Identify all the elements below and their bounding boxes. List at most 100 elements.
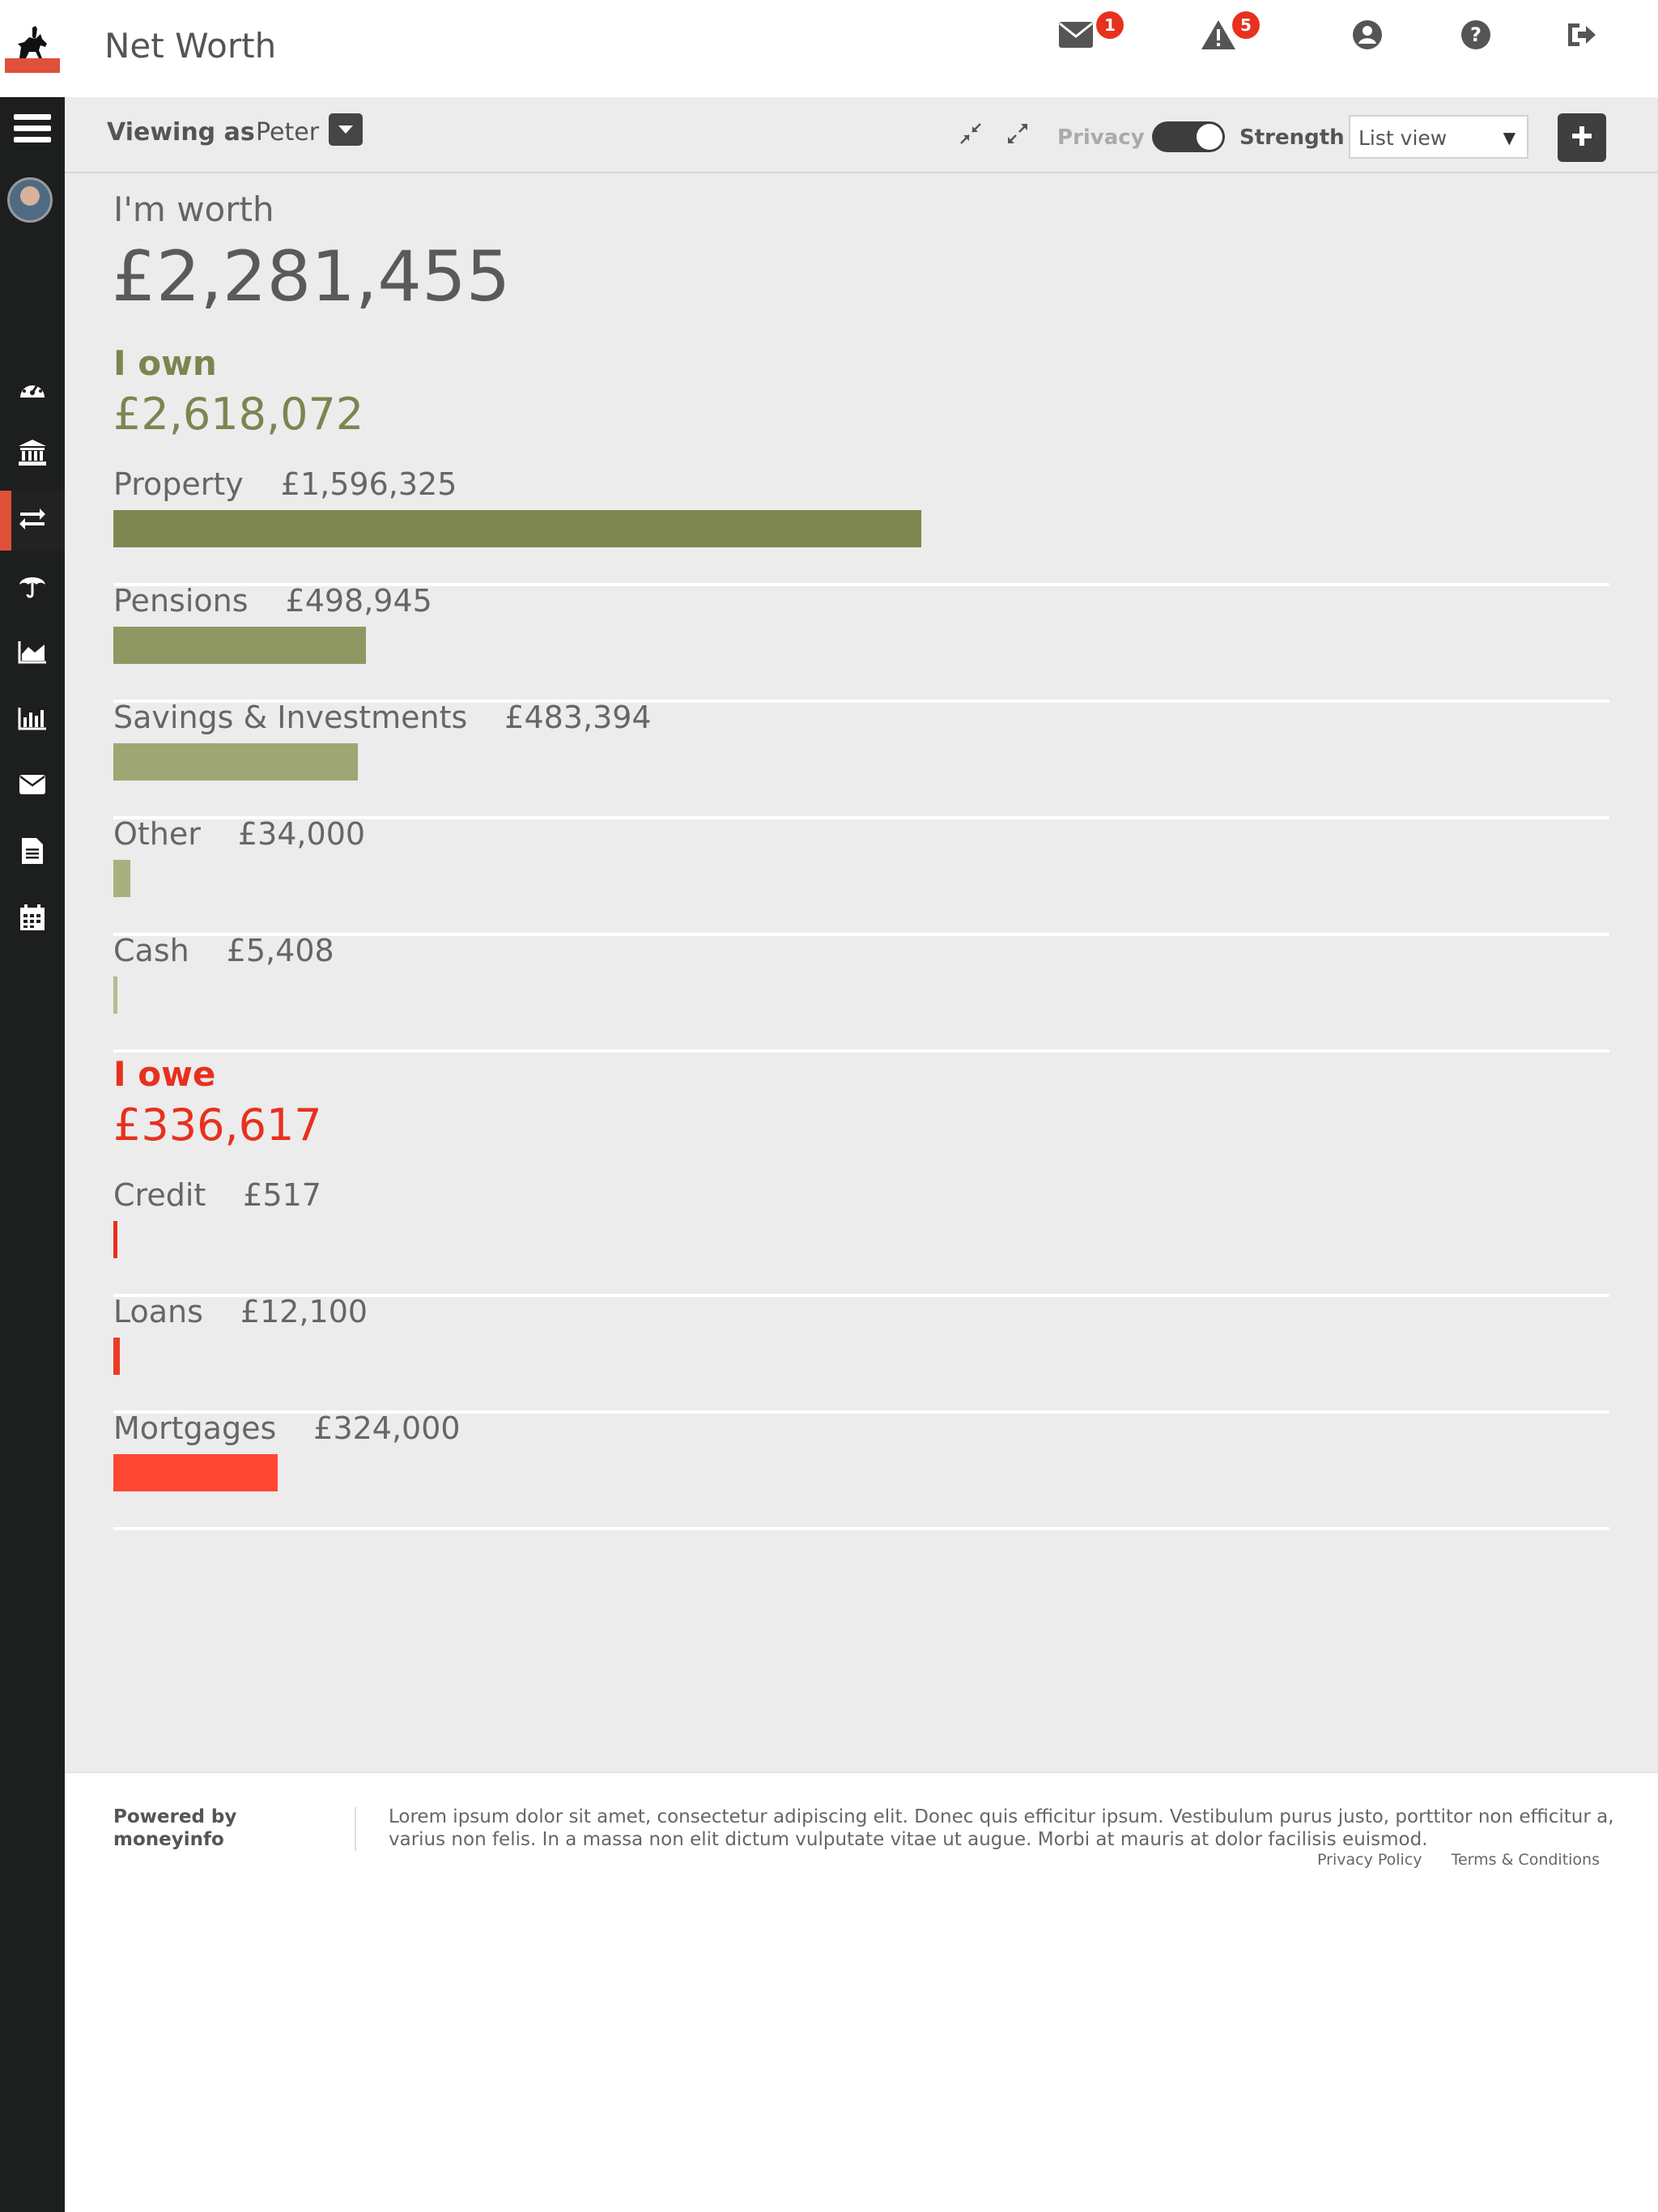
category-bar: [113, 1221, 117, 1258]
compress-icon: [960, 123, 981, 147]
viewer-dropdown-button[interactable]: [329, 113, 363, 146]
logo-horse-rider-icon[interactable]: [5, 23, 60, 74]
powered-by: Powered by moneyinfo: [113, 1806, 237, 1850]
top-header: Net Worth 1 5 ?: [0, 0, 1658, 97]
expand-button[interactable]: [1004, 121, 1031, 149]
category-name: Savings & Investments: [113, 700, 468, 735]
category-amount: £34,000: [237, 816, 366, 852]
footer-text: Lorem ipsum dolor sit amet, consectetur …: [389, 1806, 1614, 1850]
category-row[interactable]: Other £34,000: [113, 816, 1609, 936]
category-row[interactable]: Cash £5,408: [113, 933, 1609, 1053]
add-button[interactable]: [1558, 113, 1606, 162]
footer-links: Privacy Policy Terms & Conditions: [1293, 1851, 1600, 1869]
alerts-badge: 5: [1232, 11, 1260, 39]
category-label: Property £1,596,325: [113, 466, 457, 502]
category-row[interactable]: Property £1,596,325: [113, 466, 1609, 586]
user-icon: [1352, 19, 1383, 53]
sidebar-item-messages[interactable]: [0, 756, 65, 816]
category-row[interactable]: Pensions £498,945: [113, 583, 1609, 703]
dashboard-icon: [19, 376, 46, 402]
own-total: £2,618,072: [113, 389, 364, 440]
sidebar-item-dashboard[interactable]: [0, 359, 65, 419]
sidebar-item-area-chart[interactable]: [0, 623, 65, 683]
terms-link[interactable]: Terms & Conditions: [1452, 1851, 1600, 1869]
category-label: Credit £517: [113, 1177, 321, 1213]
toolbar: Viewing as Peter Privacy Strength List v…: [65, 97, 1658, 173]
sidebar: [0, 97, 65, 2212]
own-heading: I own: [113, 343, 217, 383]
document-icon: [21, 837, 44, 868]
category-amount: £12,100: [240, 1294, 368, 1329]
page-title: Net Worth: [104, 26, 277, 66]
footer-divider: [355, 1807, 356, 1851]
envelope-icon: [1058, 21, 1094, 52]
strength-label: Strength: [1239, 125, 1345, 150]
owe-heading: I owe: [113, 1054, 216, 1094]
umbrella-icon: [19, 572, 46, 602]
sidebar-item-accounts[interactable]: [0, 424, 65, 484]
category-row[interactable]: Mortgages £324,000: [113, 1410, 1609, 1530]
viewing-as-name[interactable]: Peter: [256, 118, 319, 147]
category-row[interactable]: Savings & Investments £483,394: [113, 700, 1609, 819]
category-label: Savings & Investments £483,394: [113, 700, 652, 735]
category-label: Loans £12,100: [113, 1294, 368, 1329]
category-amount: £517: [243, 1177, 321, 1213]
category-amount: £324,000: [313, 1410, 461, 1446]
messages-button[interactable]: [1054, 15, 1098, 58]
view-select-value: List view: [1358, 126, 1448, 150]
bank-icon: [18, 439, 47, 470]
sidebar-item-bar-chart[interactable]: [0, 690, 65, 750]
sidebar-item-protection[interactable]: [0, 557, 65, 617]
worth-label: I'm worth: [113, 189, 274, 229]
category-label: Cash £5,408: [113, 933, 334, 968]
category-name: Other: [113, 816, 201, 852]
logout-button[interactable]: [1559, 15, 1603, 58]
category-row[interactable]: Loans £12,100: [113, 1294, 1609, 1414]
footer: Powered by moneyinfo Lorem ipsum dolor s…: [65, 1772, 1658, 2212]
category-amount: £498,945: [285, 583, 432, 619]
category-bar: [113, 510, 921, 547]
viewing-as-label: Viewing as: [107, 118, 255, 147]
avatar[interactable]: [7, 177, 53, 223]
view-select[interactable]: List view ▼: [1349, 115, 1528, 159]
expand-icon: [1007, 123, 1028, 147]
compress-button[interactable]: [957, 121, 984, 149]
category-bar: [113, 1454, 278, 1491]
category-name: Credit: [113, 1177, 206, 1213]
category-name: Property: [113, 466, 244, 502]
transfer-icon: [19, 508, 46, 534]
plus-icon: [1571, 125, 1592, 150]
bar-chart-icon: [18, 706, 47, 734]
net-worth-panel: I'm worth £2,281,455 I own £2,618,072 Pr…: [65, 173, 1658, 1772]
envelope-icon: [19, 774, 46, 798]
help-icon: ?: [1460, 19, 1491, 53]
privacy-policy-link[interactable]: Privacy Policy: [1317, 1851, 1422, 1869]
messages-badge: 1: [1096, 11, 1124, 39]
calendar-icon: [19, 904, 46, 934]
sidebar-item-net-worth[interactable]: [0, 491, 65, 551]
category-name: Mortgages: [113, 1410, 277, 1446]
chevron-down-icon: [338, 122, 354, 138]
category-bar: [113, 627, 366, 664]
privacy-toggle[interactable]: [1152, 121, 1225, 152]
category-amount: £1,596,325: [280, 466, 457, 502]
profile-button[interactable]: [1346, 15, 1389, 58]
help-button[interactable]: ?: [1454, 15, 1498, 58]
category-bar: [113, 976, 117, 1014]
hamburger-icon: [14, 113, 51, 148]
sidebar-item-documents[interactable]: [0, 823, 65, 883]
category-bar: [113, 743, 358, 781]
category-bar: [113, 860, 130, 897]
category-row[interactable]: Credit £517: [113, 1177, 1609, 1297]
warning-icon: [1201, 19, 1236, 54]
category-name: Loans: [113, 1294, 203, 1329]
sidebar-item-calendar[interactable]: [0, 889, 65, 949]
toggle-knob: [1197, 124, 1222, 150]
category-name: Cash: [113, 933, 189, 968]
worth-value: £2,281,455: [112, 236, 511, 317]
privacy-label: Privacy: [1057, 125, 1145, 150]
svg-text:?: ?: [1470, 23, 1482, 46]
area-chart-icon: [18, 640, 47, 667]
category-label: Mortgages £324,000: [113, 1410, 461, 1446]
sidebar-menu-button[interactable]: [0, 100, 65, 160]
